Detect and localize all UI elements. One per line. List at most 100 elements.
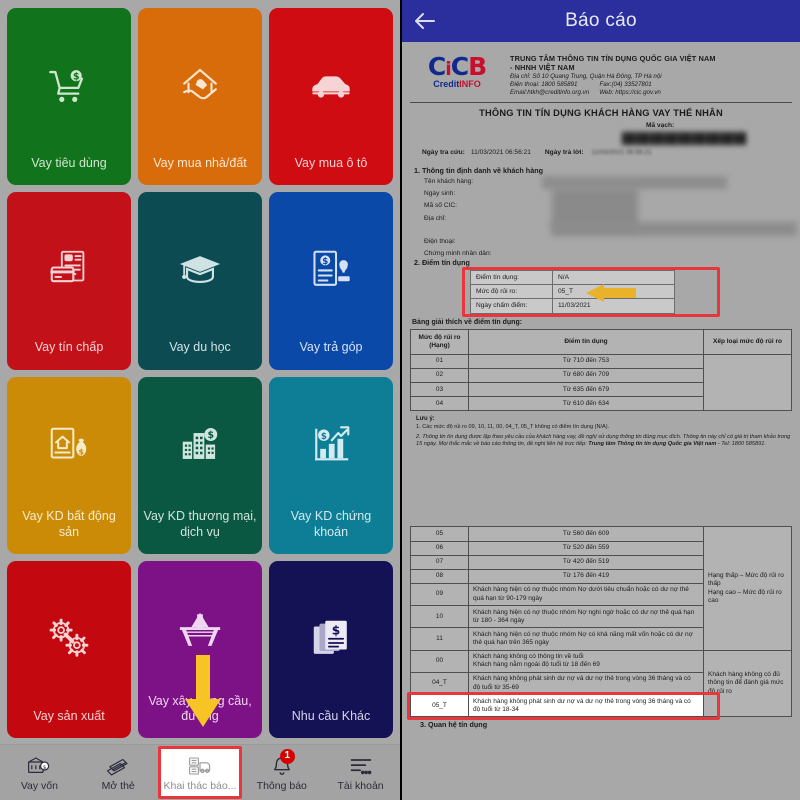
nav-item-mo-the[interactable]: Mở thẻ (79, 745, 158, 800)
logo-c1: C (427, 52, 446, 81)
score-range-cell: Từ 520 đến 559 (468, 540, 704, 556)
risk-explanation-table-top: Mức độ rủi ro (Hạng) Điểm tín dụng Xếp l… (410, 328, 792, 412)
buildings-coin-icon: $ (143, 383, 257, 510)
cic-logo-subtitle: CreditINFO (414, 80, 500, 89)
rank-cell: 09 (410, 582, 469, 607)
redacted-value-3 (552, 221, 797, 236)
reply-date-value: 11/03/2021 06:56:21 (591, 148, 652, 156)
nav-label: Tài khoản (337, 779, 384, 792)
tile-label: Vay KD thương mại, dịch vụ (143, 509, 257, 539)
tile-label: Vay xây dựng cầu, đường (148, 693, 252, 723)
nav-item-khai-thac-bao-cao[interactable]: Khai thác báo... (157, 746, 243, 799)
organization-block: TRUNG TÂM THÔNG TIN TÍN DỤNG QUỐC GIA VI… (510, 52, 792, 97)
rank-cell: 06 (410, 540, 469, 556)
tile-label: Vay mua ô tô (294, 156, 368, 170)
house-hand-icon (143, 14, 257, 156)
barcode-redacted (622, 131, 746, 145)
note-2-c: - Tel: 1800 585891. (716, 441, 766, 447)
org-phone: Điện thoại: 1800 585891 (510, 80, 578, 88)
score-desc-cell: Khách hàng hiện có nợ thuộc nhóm Nợ có k… (468, 627, 704, 651)
back-arrow-icon[interactable] (402, 11, 448, 31)
tile-vay-kd-bat-dong-san[interactable]: $ Vay KD bất động sản (7, 376, 131, 554)
score-desc-cell: Khách hàng không phát sinh dư nợ và dư n… (468, 694, 704, 718)
score-key: Điểm tín dụng: (470, 269, 553, 286)
tile-vay-mua-o-to[interactable]: Vay mua ô tô (269, 8, 393, 186)
rank-cell: 00 (410, 649, 469, 673)
note-2-b: Trung tâm Thông tin tín dụng Quốc gia Vi… (588, 441, 717, 447)
svg-text:$: $ (332, 623, 341, 637)
nav-item-tai-khoan[interactable]: Tài khoản (321, 745, 400, 800)
nav-label: Vay vốn (20, 779, 58, 792)
tile-vay-mua-nha-dat[interactable]: Vay mua nhà/đất (138, 8, 262, 186)
rank-cell: 05_T (410, 694, 469, 718)
logo-credit: Credit (433, 79, 460, 89)
org-phone-fax: Điện thoại: 1800 585891 Fax:(04) 33527801 (510, 81, 792, 89)
report-titlebar: Báo cáo (402, 0, 800, 42)
report-extract-icon (188, 754, 212, 778)
tile-nhu-cau-khac[interactable]: $ Nhu cầu Khác (269, 560, 393, 738)
tile-vay-tin-chap[interactable]: Vay tín chấp (7, 192, 131, 370)
score-desc-cell: Khách hàng hiện có nợ thuộc nhóm Nợ dưới… (468, 582, 704, 607)
score-range-cell: Từ 420 đến 519 (468, 554, 704, 570)
tile-vay-kd-chung-khoan[interactable]: $ Vay KD chứng khoán (269, 376, 393, 554)
lookup-date-label: Ngày tra cứu: (422, 148, 465, 156)
logo-c2: C (450, 52, 469, 81)
notification-badge: 1 (279, 748, 295, 764)
nav-item-thong-bao[interactable]: 1 Thông báo (242, 745, 321, 800)
bridge-road-icon (143, 567, 257, 694)
svg-text:$: $ (322, 257, 328, 267)
menu-account-icon (349, 754, 373, 778)
score-table-caption: Bảng giải thích về điểm tín dụng: (412, 318, 523, 326)
rank-cell: 07 (410, 554, 469, 570)
tile-vay-xay-dung-cau-duong[interactable]: Vay xây dựng cầu, đường (138, 560, 262, 738)
nav-label: Thông báo (256, 779, 307, 792)
credit-score-box-wrapper: Điểm tín dụng: N/A Mức độ rủi ro: 05_T N… (410, 266, 792, 317)
tile-vay-kd-thuong-mai-dich-vu[interactable]: $ Vay KD thương mại, dịch vụ (138, 376, 262, 554)
rank-cell: 03 (410, 382, 469, 398)
cic-logo: CiCB CreditINFO (414, 52, 500, 89)
car-icon (274, 14, 388, 156)
report-panel: Báo cáo CiCB CreditINFO TRUNG TÂM THÔNG … (400, 0, 800, 800)
cic-logo-mark: CiCB (414, 54, 500, 79)
barcode-label: Mã vạch: (646, 121, 675, 129)
page-gap (410, 448, 792, 526)
bottom-navigation-bar: $ Vay vốn Mở thẻ Khai thác báo... 1 Thôn… (0, 744, 400, 800)
rank-cell: 01 (410, 353, 469, 369)
table-row: 01 Từ 710 đến 753 (410, 353, 792, 412)
rank-cell: 04_T (410, 671, 469, 696)
tile-vay-san-xuat[interactable]: Vay sản xuất (7, 560, 131, 738)
section3-heading: 3. Quan hệ tín dụng (420, 720, 488, 730)
note-2: 2. Thông tin tín dụng được lập theo yêu … (416, 434, 792, 449)
header-muc-do-rui-ro: Mức độ rủi ro (Hạng) (410, 328, 469, 355)
table-row: Điểm tín dụng: N/A (470, 269, 675, 286)
score-desc-cell: Khách hàng không phát sinh dư nợ và dư n… (468, 671, 704, 696)
section2-heading: 2. Điểm tín dụng (414, 257, 470, 267)
documents-money-icon: $ (274, 567, 388, 709)
org-web: Web: https://cic.gov.vn (599, 88, 661, 96)
tile-vay-tra-gop[interactable]: $ Vay trả góp (269, 192, 393, 370)
tile-vay-tieu-dung[interactable]: $ Vay tiêu dùng (7, 8, 131, 186)
risk-explanation-table-bottom-wrapper: 05 Từ 560 đến 609 Hạng thấp – Mức độ rủi… (407, 526, 792, 720)
score-range-cell: Từ 680 đến 709 (468, 367, 704, 384)
tile-label: Nhu cầu Khác (291, 708, 371, 723)
cards-icon (105, 754, 131, 778)
report-document: CiCB CreditINFO TRUNG TÂM THÔNG TIN TÍN … (402, 42, 800, 800)
identity-fields: Tên khách hàng: Ngày sinh: Mã số CIC: Đị… (424, 175, 797, 257)
svg-text:$: $ (73, 71, 80, 82)
date-row: Ngày tra cứu: 11/03/2021 06:56:21 Ngày trả… (422, 149, 652, 156)
tile-vay-du-hoc[interactable]: Vay du học (138, 192, 262, 370)
tile-label: Vay tín chấp (34, 340, 104, 355)
logo-b: B (468, 52, 487, 81)
table-row: Mức độ rủi ro: 05_T (470, 284, 675, 300)
left-arrow-annotation (586, 283, 636, 302)
rank-cell: 11 (410, 627, 469, 651)
org-email: Email:htkh@creditinfo.org.vn (510, 88, 590, 96)
header-diem-tin-dung: Điểm tín dụng (468, 328, 704, 355)
logo-info: INFO (459, 79, 481, 89)
loan-category-grid: $ Vay tiêu dùng Vay mua nhà/đất Vay mua … (0, 0, 400, 744)
nav-item-vay-von[interactable]: $ Vay vốn (0, 745, 79, 800)
rank-cell: 04 (410, 396, 469, 412)
header-xep-loai: Xếp loại mức độ rủi ro (703, 328, 792, 355)
meta-area: Mã vạch: Ngày tra cứu: 11/03/2021 06:56:2… (410, 122, 792, 164)
svg-text:$: $ (208, 430, 215, 441)
